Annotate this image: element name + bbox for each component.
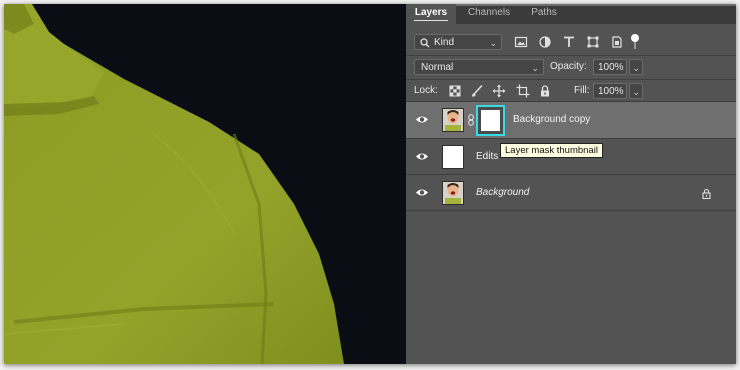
divider bbox=[406, 79, 736, 80]
screenshot-frame: Layers Channels Paths Kind ⌄ Normal ⌄ Op… bbox=[4, 4, 736, 364]
tab-paths[interactable]: Paths bbox=[522, 4, 566, 24]
chevron-down-icon: ⌄ bbox=[632, 87, 640, 97]
shape-filter-icon[interactable] bbox=[586, 35, 600, 49]
tab-layers-label: Layers bbox=[414, 7, 448, 18]
search-icon bbox=[420, 35, 430, 57]
fill-value: 100% bbox=[598, 86, 624, 97]
opacity-input[interactable]: 100% bbox=[593, 59, 627, 75]
lock-label: Lock: bbox=[414, 85, 438, 96]
opacity-value: 100% bbox=[598, 62, 624, 73]
fill-input[interactable]: 100% bbox=[593, 83, 627, 99]
layer-name[interactable]: Edits bbox=[476, 151, 498, 163]
lock-position-icon[interactable] bbox=[492, 84, 506, 98]
visibility-eye-icon[interactable] bbox=[415, 151, 429, 162]
layer-thumbnail-photo[interactable] bbox=[442, 108, 464, 132]
filter-kind-label: Kind bbox=[434, 37, 455, 48]
layer-mask-thumbnail[interactable] bbox=[476, 105, 505, 136]
lock-image-pixels-icon[interactable] bbox=[470, 84, 484, 98]
divider bbox=[406, 210, 736, 211]
layer-row-background-copy[interactable]: Background copy bbox=[406, 102, 736, 138]
layer-row-background[interactable]: Background bbox=[406, 175, 736, 211]
fill-slider-toggle[interactable]: ⌄ bbox=[629, 83, 643, 99]
panel-tab-bar: Layers Channels Paths bbox=[406, 4, 736, 24]
layer-thumbnail-photo[interactable] bbox=[442, 181, 464, 205]
layer-name[interactable]: Background copy bbox=[513, 114, 590, 126]
opacity-label: Opacity: bbox=[550, 61, 587, 72]
layer-thumbnail-blank[interactable] bbox=[442, 145, 464, 169]
chain-link-icon[interactable] bbox=[468, 114, 474, 126]
lock-all-icon[interactable] bbox=[538, 84, 552, 98]
layers-panel: Layers Channels Paths Kind ⌄ Normal ⌄ Op… bbox=[406, 4, 736, 364]
lock-transparent-pixels-icon[interactable] bbox=[448, 84, 462, 98]
tooltip: Layer mask thumbnail bbox=[500, 143, 603, 158]
tab-channels[interactable]: Channels bbox=[458, 4, 520, 24]
chevron-down-icon: ⌄ bbox=[632, 63, 640, 73]
tab-channels-label: Channels bbox=[467, 7, 511, 18]
visibility-eye-icon[interactable] bbox=[415, 187, 429, 198]
layer-lock-icon[interactable] bbox=[701, 188, 712, 200]
smart-object-filter-icon[interactable] bbox=[610, 35, 624, 49]
type-filter-icon[interactable] bbox=[562, 35, 576, 49]
opacity-slider-toggle[interactable]: ⌄ bbox=[629, 59, 643, 75]
document-canvas[interactable] bbox=[4, 4, 406, 364]
chevron-down-icon: ⌄ bbox=[489, 38, 497, 48]
image-filter-icon[interactable] bbox=[514, 35, 528, 49]
divider bbox=[406, 55, 736, 56]
chevron-down-icon: ⌄ bbox=[531, 63, 539, 73]
layer-mask-fill bbox=[481, 110, 500, 131]
canvas-image bbox=[4, 4, 406, 364]
tab-paths-label: Paths bbox=[531, 7, 557, 18]
visibility-eye-icon[interactable] bbox=[415, 114, 429, 125]
lock-artboard-icon[interactable] bbox=[516, 84, 530, 98]
blend-mode-value: Normal bbox=[421, 62, 454, 73]
filter-toggle-icon[interactable] bbox=[630, 33, 640, 51]
blend-mode-dropdown[interactable]: Normal ⌄ bbox=[414, 59, 544, 75]
layer-name[interactable]: Background bbox=[476, 187, 529, 199]
filter-kind-dropdown[interactable]: Kind ⌄ bbox=[414, 34, 502, 50]
tab-layers[interactable]: Layers bbox=[406, 4, 456, 24]
adjustment-filter-icon[interactable] bbox=[538, 35, 552, 49]
active-tab-underline bbox=[414, 20, 448, 21]
fill-label: Fill: bbox=[574, 85, 590, 96]
